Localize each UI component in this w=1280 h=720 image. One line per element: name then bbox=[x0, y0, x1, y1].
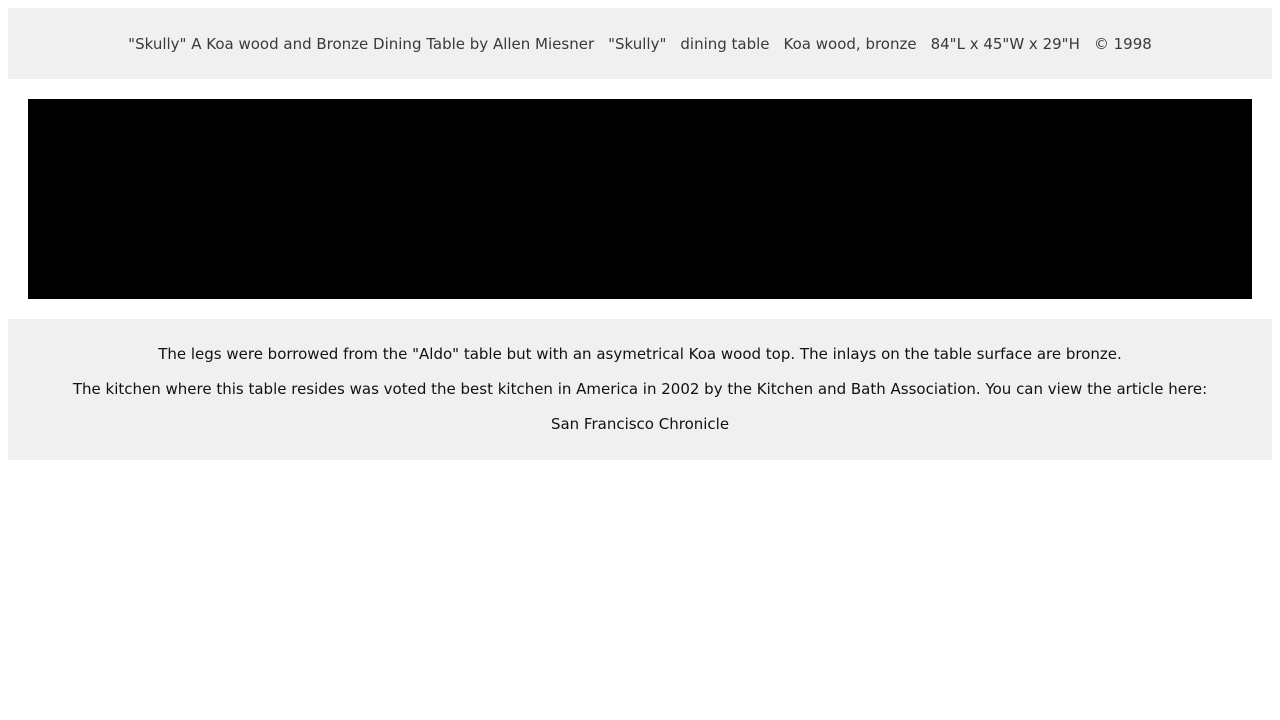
description-paragraph: The kitchen where this table resides was… bbox=[72, 380, 1208, 398]
artwork-image bbox=[28, 99, 1252, 299]
description-panel: The legs were borrowed from the "Aldo" t… bbox=[8, 319, 1272, 460]
artwork-type: dining table bbox=[680, 34, 770, 53]
description-paragraph: The legs were borrowed from the "Aldo" t… bbox=[158, 345, 1122, 363]
artwork-dimensions: 84"L x 45"W x 29"H bbox=[930, 34, 1080, 53]
article-link[interactable]: San Francisco Chronicle bbox=[551, 415, 729, 433]
artwork-copyright: © 1998 bbox=[1093, 34, 1152, 53]
caption-bar: "Skully" A Koa wood and Bronze Dining Ta… bbox=[8, 8, 1272, 79]
artwork-title: "Skully" A Koa wood and Bronze Dining Ta… bbox=[128, 34, 595, 53]
artwork-materials: Koa wood, bronze bbox=[783, 34, 917, 53]
artwork-name: "Skully" bbox=[608, 34, 667, 53]
